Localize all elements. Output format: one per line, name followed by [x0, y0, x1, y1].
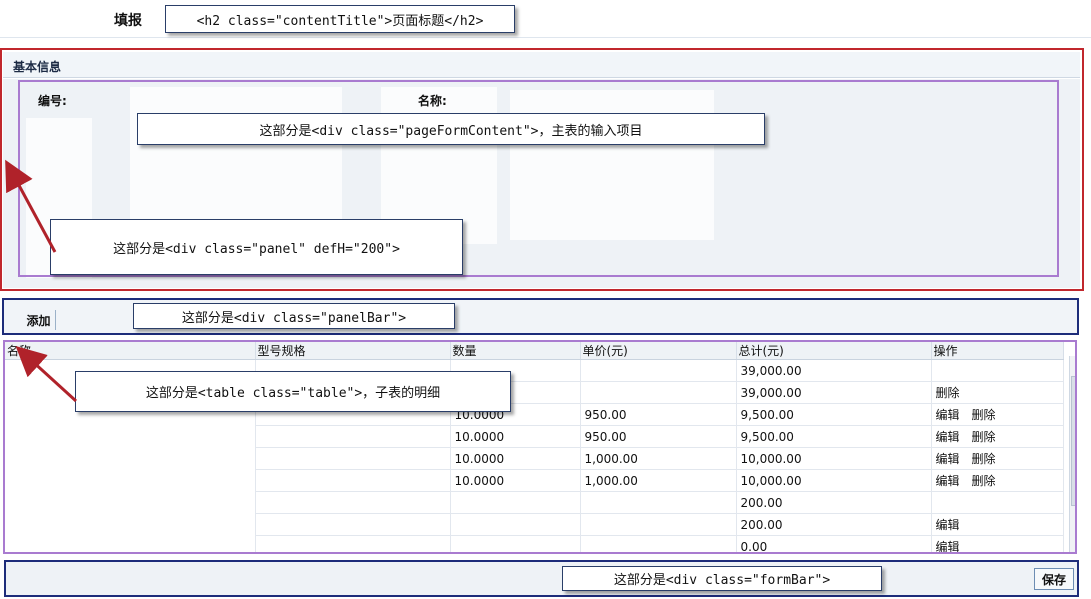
arrow-to-table: [15, 345, 78, 403]
arrow-to-panel: [5, 159, 57, 253]
annotation-arrows: [5, 159, 78, 403]
